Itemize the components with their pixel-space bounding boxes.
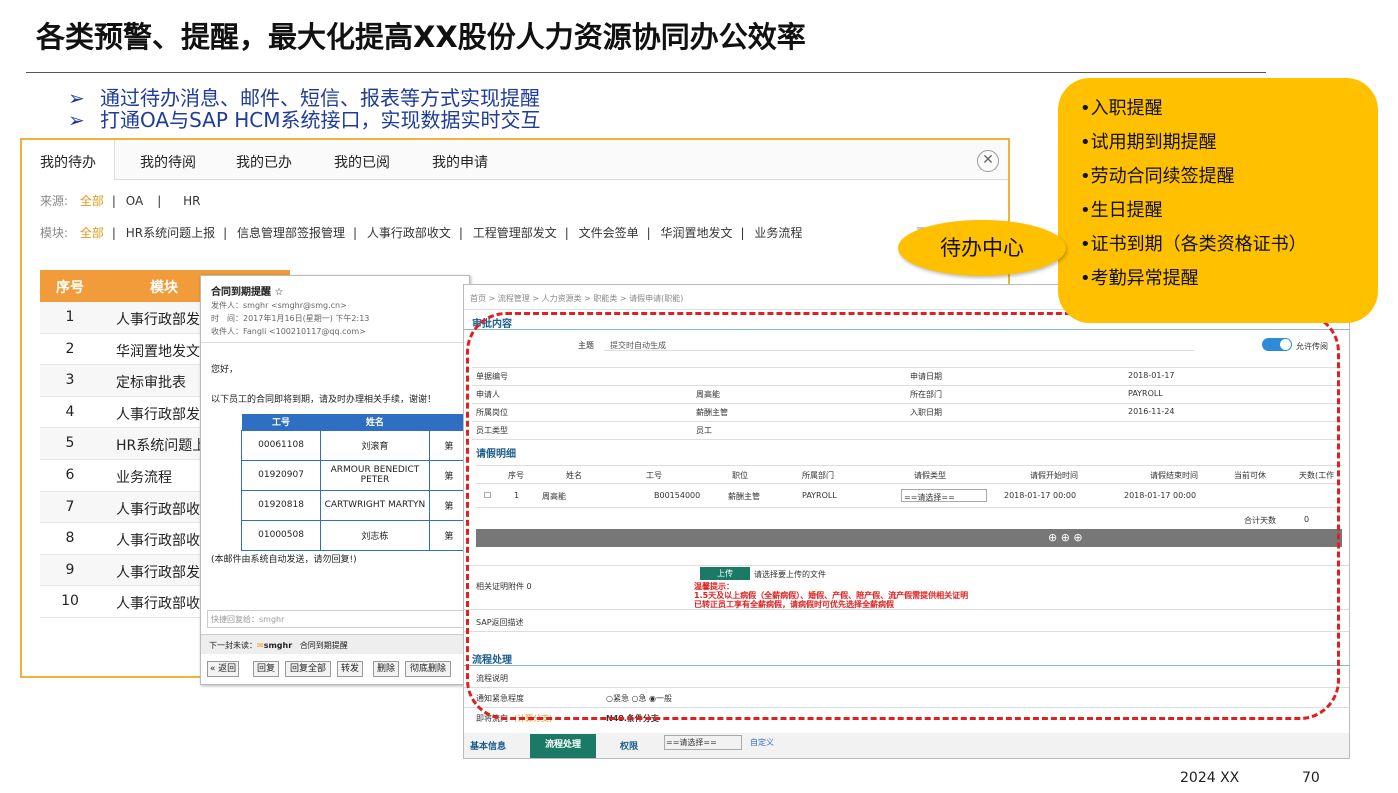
delete-button[interactable]: 删除 xyxy=(373,661,399,677)
breadcrumb: 首页 > 流程管理 > 人力资源类 > 职能类 > 请假申请(职能) xyxy=(470,294,684,303)
tab-my-todo[interactable]: 我的待办 xyxy=(22,140,115,180)
tab-my-done[interactable]: 我的已办 xyxy=(236,152,292,172)
mail-table: 工号 姓名 00061108 刘滚育第 01920907 ARMOUR BENEDICT… xyxy=(240,414,469,551)
custom-link[interactable]: 自定义 xyxy=(750,737,774,748)
module-item[interactable]: 信息管理部签报管理 xyxy=(237,226,345,240)
highlight-dashed-outline xyxy=(466,312,1340,720)
page-title: 各类预警、提醒，最大化提高XX股份人力资源协同办公效率 xyxy=(36,20,806,54)
tab-flow[interactable]: 流程处理 xyxy=(530,734,596,758)
mail-table-row: 01920907 ARMOUR BENEDICT PETER 第 xyxy=(240,459,469,491)
module-item[interactable]: 文件会签单 xyxy=(579,226,639,240)
back-button[interactable]: « 返回 xyxy=(207,661,239,677)
todo-tabs: 我的待办 我的待阅 我的已办 我的已阅 我的申请 ✕ xyxy=(22,140,1008,180)
mail-greeting: 您好， xyxy=(211,365,239,375)
mail-time: 时 间：2017年1月16日(星期一) 下午2:13 xyxy=(211,314,370,323)
mail-table-row: 00061108 刘滚育第 xyxy=(240,429,469,461)
mail-to: 收件人：Fangli <100210117@qq.com> xyxy=(211,327,366,336)
mail-from: 发件人：smghr <smghr@smg.cn> xyxy=(211,301,347,310)
module-item[interactable]: 人事行政部收文 xyxy=(367,226,451,240)
tab-my-requests[interactable]: 我的申请 xyxy=(432,152,488,172)
reply-button[interactable]: 回复 xyxy=(253,661,279,677)
module-filter: 模块: 全部 | HR系统问题上报 | 信息管理部签报管理 | 人事行政部收文 | 工程… xyxy=(40,226,803,240)
flow-select[interactable]: ==请选择== xyxy=(664,735,742,750)
tab-basic-info[interactable]: 基本信息 xyxy=(470,739,506,752)
source-oa[interactable]: OA xyxy=(126,194,143,208)
tab-my-read[interactable]: 我的已阅 xyxy=(334,152,390,172)
mail-body: 以下员工的合同即将到期，请及时办理相关手续，谢谢！ xyxy=(211,395,437,405)
module-item[interactable]: 华润置地发文 xyxy=(660,226,732,240)
permanent-delete-button[interactable]: 彻底删除 xyxy=(405,661,451,677)
mail-table-row: 01000508 刘志栋第 xyxy=(240,519,469,551)
close-icon[interactable]: ✕ xyxy=(977,150,999,172)
module-item[interactable]: 工程管理部发文 xyxy=(473,226,557,240)
footer-text: 2024 XX xyxy=(1180,770,1240,786)
forward-button[interactable]: 转发 xyxy=(337,661,363,677)
reminder-list-box: •入职提醒 •试用期到期提醒 •劳动合同续签提醒 •生日提醒 •证书到期（各类资… xyxy=(1058,78,1378,323)
module-item[interactable]: 业务流程 xyxy=(754,226,802,240)
module-item[interactable]: HR系统问题上报 xyxy=(126,226,215,240)
mail-subject: 合同到期提醒 ☆ xyxy=(211,287,284,298)
page-number: 70 xyxy=(1302,770,1320,786)
reply-all-button[interactable]: 回复全部 xyxy=(285,661,331,677)
tab-my-toread[interactable]: 我的待阅 xyxy=(140,152,196,172)
bullet-2: ➢ 打通OA与SAP HCM系统接口，实现数据实时交互 xyxy=(68,108,541,132)
mail-auto-note: (本邮件由系统自动发送，请勿回复!) xyxy=(211,555,357,565)
module-all[interactable]: 全部 xyxy=(80,226,104,240)
quick-reply-input[interactable]: 快捷回复给：smghr xyxy=(207,610,469,628)
mail-table-row: 01920818 CARTWRIGHT MARTYN 第 xyxy=(240,489,469,521)
tab-permission[interactable]: 权限 xyxy=(620,739,638,752)
bullet-1: ➢ 通过待办消息、邮件、短信、报表等方式实现提醒 xyxy=(68,86,540,110)
source-filter: 来源: 全部 | OA | HR xyxy=(40,194,201,208)
source-all[interactable]: 全部 xyxy=(80,194,104,208)
source-hr[interactable]: HR xyxy=(183,194,200,208)
next-unread: 下一封未读：✉smghr 合同到期提醒 xyxy=(209,641,348,650)
title-divider xyxy=(26,72,1266,73)
email-window: 合同到期提醒 ☆ 发件人：smghr <smghr@smg.cn> 时 间：20… xyxy=(200,275,470,685)
todo-center-label: 待办中心 xyxy=(898,220,1066,276)
